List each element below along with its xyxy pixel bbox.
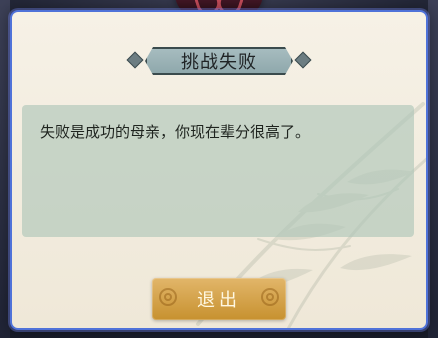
title-plate: 挑战失败 bbox=[145, 47, 293, 75]
right-diamond-icon bbox=[294, 51, 312, 69]
failure-dialog: 挑战失败 失败是成功的母亲，你现在辈分很高了。 退出 bbox=[10, 10, 428, 330]
title-banner: 挑战失败 bbox=[126, 44, 312, 78]
exit-button-label: 退出 bbox=[197, 290, 241, 310]
left-swirl-icon bbox=[159, 288, 177, 306]
right-swirl-icon bbox=[261, 288, 279, 306]
exit-button[interactable]: 退出 bbox=[152, 278, 286, 320]
left-background-edge bbox=[0, 0, 10, 338]
left-diamond-icon bbox=[126, 51, 144, 69]
right-background-edge bbox=[428, 0, 438, 338]
message-panel: 失败是成功的母亲，你现在辈分很高了。 bbox=[22, 105, 414, 237]
game-screen: 挑战失败 失败是成功的母亲，你现在辈分很高了。 退出 bbox=[0, 0, 438, 338]
failure-message: 失败是成功的母亲，你现在辈分很高了。 bbox=[40, 123, 311, 141]
dialog-title: 挑战失败 bbox=[181, 52, 257, 73]
